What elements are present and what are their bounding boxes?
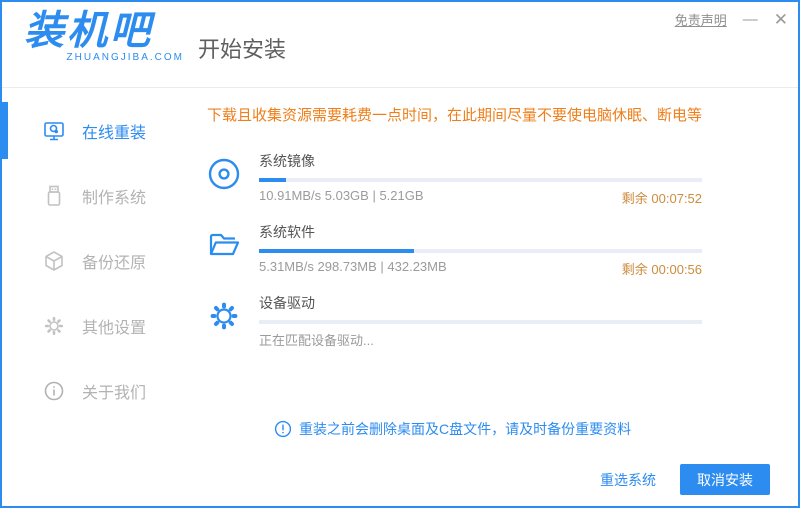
main-layout: 在线重装 制作系统 备份还原 其他设置 关于我们 下载且收集资源需要耗费一点时间… (2, 88, 798, 506)
sidebar-item-make-system[interactable]: 制作系统 (2, 163, 192, 228)
task-row-device-driver: 设备驱动 正在匹配设备驱动... (207, 293, 703, 349)
close-icon[interactable]: ✕ (774, 10, 788, 29)
app-logo: 装机吧 ZHUANGJIBA.COM (24, 8, 184, 63)
folder-icon (207, 228, 241, 262)
sidebar-item-online-reinstall[interactable]: 在线重装 (2, 98, 192, 163)
monitor-icon (42, 119, 66, 143)
window-controls: 免责声明 — ✕ (675, 10, 788, 29)
task-remaining: 剩余 00:00:56 (621, 262, 703, 277)
task-row-system-software: 系统软件 5.31MB/s 298.73MB | 432.23MB 剩余 00:… (207, 222, 703, 278)
cube-icon (42, 249, 66, 273)
sidebar: 在线重装 制作系统 备份还原 其他设置 关于我们 (2, 88, 192, 506)
reselect-system-button[interactable]: 重选系统 (600, 470, 656, 490)
progress-fill (259, 249, 415, 253)
install-progress-panel: 下载且收集资源需要耗费一点时间，在此期间尽量不要使电脑休眠、断电等 系统镜像 1… (192, 88, 798, 506)
task-stats: 5.31MB/s 298.73MB | 432.23MB (259, 259, 447, 274)
backup-note-text: 重装之前会删除桌面及C盘文件，请及时备份重要资料 (299, 421, 632, 437)
backup-note: 重装之前会删除桌面及C盘文件，请及时备份重要资料 (274, 419, 702, 439)
logo-text: 装机吧 (24, 9, 153, 53)
task-name: 系统镜像 (259, 153, 315, 169)
app-window: 装机吧 ZHUANGJIBA.COM 开始安装 免责声明 — ✕ 在线重装 制作… (0, 0, 800, 508)
sidebar-item-label: 在线重装 (82, 124, 147, 142)
task-remaining: 剩余 00:07:52 (621, 191, 703, 206)
header: 装机吧 ZHUANGJIBA.COM 开始安装 免责声明 — ✕ (2, 2, 798, 88)
warning-text: 下载且收集资源需要耗费一点时间，在此期间尽量不要使电脑休眠、断电等 (207, 107, 703, 124)
sidebar-item-about-us[interactable]: 关于我们 (2, 358, 192, 423)
progress-bar (259, 249, 703, 253)
task-name: 设备驱动 (259, 295, 315, 311)
sidebar-item-backup-restore[interactable]: 备份还原 (2, 228, 192, 293)
cancel-install-button[interactable]: 取消安装 (680, 464, 770, 495)
task-stats: 10.91MB/s 5.03GB | 5.21GB (259, 188, 424, 203)
progress-bar (259, 320, 703, 324)
active-indicator (2, 102, 8, 159)
alert-circle-icon (274, 420, 292, 438)
gear-icon (42, 314, 66, 338)
progress-fill (259, 178, 286, 182)
page-title: 开始安装 (198, 37, 287, 62)
minimize-icon[interactable]: — (743, 11, 758, 29)
sidebar-item-label: 关于我们 (82, 384, 147, 402)
gear-icon (207, 299, 241, 333)
progress-bar (259, 178, 703, 182)
sidebar-item-label: 其他设置 (82, 319, 147, 337)
info-icon (42, 379, 66, 403)
sidebar-item-label: 备份还原 (82, 254, 147, 272)
task-name: 系统软件 (259, 224, 315, 240)
sidebar-item-label: 制作系统 (82, 189, 147, 207)
task-status: 正在匹配设备驱动... (259, 333, 374, 348)
footer-actions: 重选系统 取消安装 (600, 464, 770, 495)
task-row-system-image: 系统镜像 10.91MB/s 5.03GB | 5.21GB 剩余 00:07:… (207, 151, 703, 207)
usb-icon (42, 184, 66, 208)
sidebar-item-other-settings[interactable]: 其他设置 (2, 293, 192, 358)
disc-icon (207, 157, 241, 191)
disclaimer-link[interactable]: 免责声明 (675, 10, 727, 29)
